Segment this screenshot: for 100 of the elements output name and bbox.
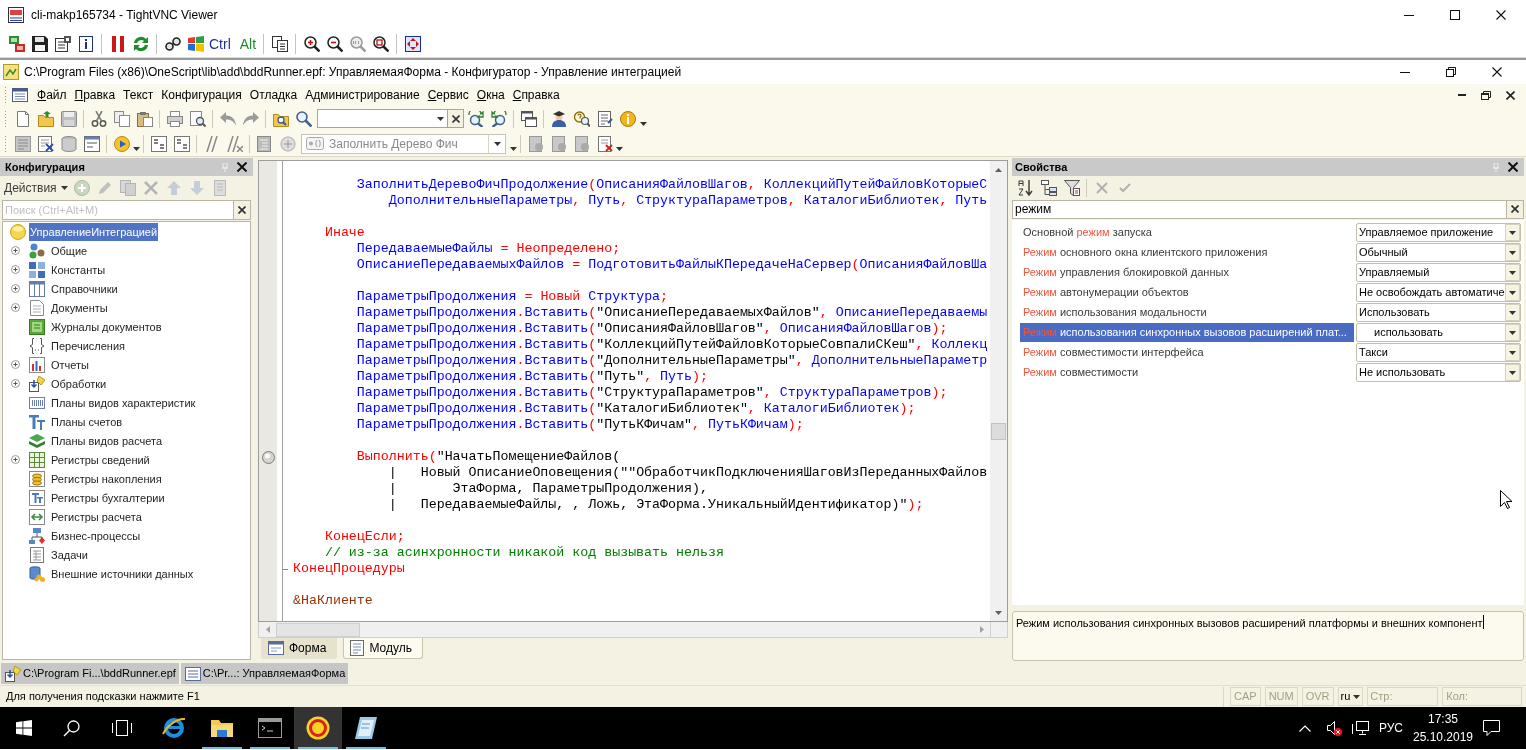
- speaker-icon[interactable]: [1326, 721, 1337, 735]
- window-icon[interactable]: [83, 135, 100, 152]
- close-icon[interactable]: [1496, 10, 1506, 20]
- database-icon[interactable]: [60, 135, 77, 152]
- grip-icon[interactable]: [4, 87, 7, 103]
- tree-item[interactable]: Справочники: [50, 279, 119, 298]
- tree-item[interactable]: Планы счетов: [50, 412, 124, 431]
- value-dropdown[interactable]: Не использовать: [1356, 362, 1521, 382]
- value-dropdown[interactable]: Не освобождать автоматиче: [1356, 282, 1521, 302]
- search-icon[interactable]: [62, 719, 80, 737]
- menu-item[interactable]: Файл: [33, 86, 71, 104]
- magnifier-arrow-icon[interactable]: [490, 110, 507, 127]
- caret-icon[interactable]: [133, 146, 140, 151]
- zoom-out-icon[interactable]: [326, 35, 343, 52]
- value-dropdown[interactable]: Управляемый: [1356, 262, 1521, 282]
- person-icon[interactable]: [550, 110, 567, 127]
- tree-item[interactable]: Планы видов расчета: [50, 431, 164, 450]
- window-tab[interactable]: C:\Pr...: УправляемаяФорма: [180, 663, 349, 684]
- expand-icon[interactable]: [11, 265, 20, 274]
- caret-icon[interactable]: [1505, 283, 1520, 301]
- page-icon[interactable]: [14, 135, 31, 152]
- tree-item[interactable]: Перечисления: [50, 336, 126, 355]
- speech-bubble-icon[interactable]: [1482, 720, 1500, 736]
- restore-icon[interactable]: [1446, 67, 1456, 77]
- caret-icon[interactable]: [1505, 243, 1520, 261]
- expand-icon[interactable]: [11, 360, 20, 369]
- search-field[interactable]: Поиск (Ctrl+Alt+M): [2, 199, 234, 220]
- text-block-icon[interactable]: [150, 135, 167, 152]
- grip-icon[interactable]: [4, 110, 7, 127]
- tree-item[interactable]: Документы: [50, 298, 109, 317]
- expand-icon[interactable]: [11, 303, 20, 312]
- caret-icon[interactable]: [616, 146, 623, 151]
- property-name[interactable]: Режим управления блокировкой данных: [1020, 262, 1354, 282]
- windows-icon[interactable]: [520, 110, 537, 127]
- cross-icon[interactable]: [451, 114, 460, 123]
- tree-item[interactable]: УправлениеИнтеграцией: [29, 222, 159, 241]
- document-pen-icon[interactable]: [596, 110, 613, 127]
- caret-icon[interactable]: [1505, 343, 1520, 361]
- taskbar-button[interactable]: [294, 707, 342, 749]
- filter-icon[interactable]: [1063, 179, 1080, 196]
- scroll-up-icon[interactable]: [995, 167, 1002, 172]
- value-dropdown[interactable]: Такси: [1356, 342, 1521, 362]
- clock-time[interactable]: 17:35: [1428, 710, 1458, 728]
- four-squares-icon[interactable]: [187, 35, 204, 52]
- tree-structure-icon[interactable]: [1040, 179, 1057, 196]
- clock-date[interactable]: 25.10.2019: [1412, 728, 1474, 746]
- property-name[interactable]: Режим автонумерации объектов: [1020, 282, 1354, 302]
- alt-key-button[interactable]: Alt: [236, 32, 260, 55]
- tree-item[interactable]: Журналы документов: [50, 317, 163, 336]
- tree-item[interactable]: Обработки: [50, 374, 108, 393]
- property-name[interactable]: Режим совместимости интерфейса: [1020, 342, 1354, 362]
- save-icon[interactable]: [60, 110, 77, 127]
- menu-item[interactable]: Администрирование: [301, 86, 424, 104]
- scissors-icon[interactable]: [90, 110, 107, 127]
- menu-item[interactable]: Окна: [472, 86, 509, 104]
- scroll-thumb[interactable]: [991, 423, 1006, 440]
- undo-icon[interactable]: [219, 110, 236, 127]
- input-language[interactable]: РУС: [1374, 719, 1413, 737]
- play-icon[interactable]: [113, 135, 130, 152]
- caret-icon[interactable]: [437, 116, 444, 121]
- minimize-icon[interactable]: [1400, 71, 1410, 73]
- menu-item[interactable]: Справка: [508, 86, 564, 104]
- monitors-icon[interactable]: [8, 35, 25, 52]
- task-view-icon[interactable]: [112, 720, 132, 736]
- caret-icon[interactable]: [1505, 263, 1520, 281]
- tree-item[interactable]: Внешние источники данных: [50, 564, 195, 583]
- scroll-thumb[interactable]: [276, 622, 360, 637]
- grip-icon[interactable]: [4, 135, 7, 152]
- maximize-icon[interactable]: [1450, 10, 1460, 20]
- caret-icon[interactable]: [1353, 694, 1361, 699]
- paste-icon[interactable]: [136, 110, 153, 127]
- tree-item[interactable]: Планы видов характеристик: [50, 393, 197, 412]
- close-icon[interactable]: [1508, 162, 1518, 172]
- property-name[interactable]: Режим основного окна клиентского приложения: [1020, 242, 1354, 262]
- property-name[interactable]: Режим совместимости: [1020, 362, 1354, 382]
- menu-item[interactable]: Отладка: [245, 86, 302, 104]
- menu-item[interactable]: Сервис: [423, 86, 473, 104]
- tree-item[interactable]: Регистры сведений: [50, 450, 151, 469]
- close-icon[interactable]: [237, 162, 247, 172]
- slashes-icon[interactable]: [203, 135, 220, 152]
- window-icon[interactable]: [12, 88, 28, 102]
- tree-item[interactable]: Отчеты: [50, 355, 91, 374]
- magnifier-icon[interactable]: [349, 35, 366, 52]
- editor-tab[interactable]: Форма: [261, 638, 338, 659]
- arrows-square-icon[interactable]: [404, 35, 421, 52]
- value-dropdown[interactable]: Обычный: [1356, 242, 1521, 262]
- search-icon[interactable]: [295, 110, 312, 127]
- property-name[interactable]: Основной режим запуска: [1020, 222, 1354, 242]
- minimize-icon[interactable]: [1404, 14, 1414, 16]
- scroll-down-icon[interactable]: [995, 610, 1002, 615]
- editor-tab[interactable]: Модуль: [343, 638, 423, 659]
- document-cross-icon[interactable]: [37, 135, 54, 152]
- vertical-scrollbar[interactable]: [990, 161, 1007, 621]
- zoom-in-icon[interactable]: [303, 35, 320, 52]
- expand-icon[interactable]: [11, 379, 20, 388]
- menu-item[interactable]: Правка: [70, 86, 120, 104]
- glasses-icon[interactable]: [164, 35, 181, 52]
- ctrl-key-button[interactable]: Ctrl: [207, 32, 233, 55]
- caret-icon[interactable]: [60, 185, 68, 190]
- property-name[interactable]: Режим использования модальности: [1020, 302, 1354, 322]
